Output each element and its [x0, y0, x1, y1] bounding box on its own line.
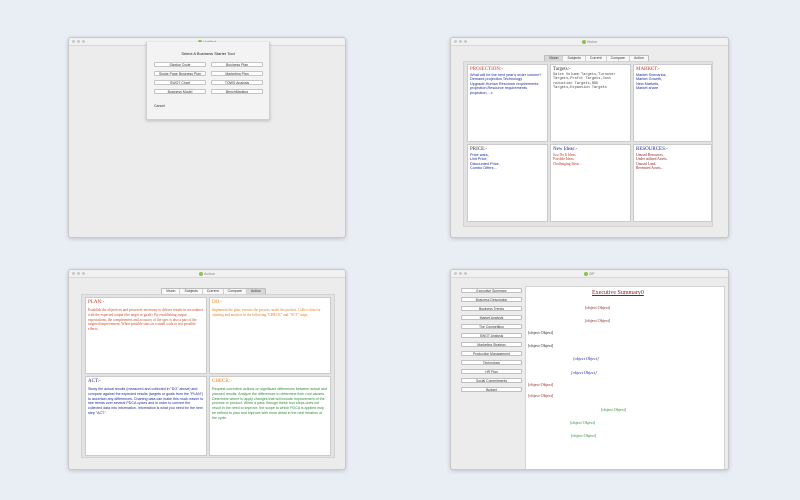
panel-line: Challenging Ideas... — [553, 161, 582, 166]
cancel-button[interactable]: Cancel — [154, 104, 165, 108]
check-panel[interactable]: CHECK:- Request corrective actions on si… — [209, 376, 331, 456]
vision-window: Vision Vision Subjects Current Compare A… — [450, 37, 729, 238]
sheet-title: Select A Business Starter Tool — [181, 51, 235, 56]
tool-button-startup-cycle[interactable]: Startup Cycle — [154, 62, 206, 67]
document-line: [object Object] — [528, 330, 554, 335]
section-social-commitments[interactable]: Social Commitments — [461, 378, 522, 383]
section-technology[interactable]: Technology — [461, 360, 522, 365]
document-line: [object Object] — [528, 393, 554, 398]
section-marketing-strategy[interactable]: Marketing Strategy — [461, 342, 522, 347]
panel-text: Request corrective actions on significan… — [212, 387, 328, 420]
panel-text: Study the actual results (measured and c… — [88, 387, 204, 415]
section-business-trends[interactable]: Business Trends — [461, 306, 522, 311]
section-competition[interactable]: The Competition — [461, 324, 522, 329]
tool-picker-sheet: Select A Business Starter Tool Startup C… — [146, 42, 270, 120]
tool-button-swot-chart[interactable]: SWOT Chart — [154, 80, 206, 85]
document-line: [object Object] — [528, 382, 554, 387]
document-editor[interactable]: Executive Summary0 [object Object] [obje… — [525, 286, 725, 469]
tool-button-business-model[interactable]: Business Model — [154, 89, 206, 94]
panel-line: Combo Offers,.. — [470, 166, 497, 171]
panel-line: projection... x — [470, 90, 493, 95]
tool-button-single-page-plan[interactable]: Single Page Business Plan — [154, 71, 206, 76]
panel-heading: PLAN:- — [88, 300, 105, 305]
section-market-analysis[interactable]: Market Analysis — [461, 315, 522, 320]
resources-panel[interactable]: RESOURCES:- Unused Resources, Under util… — [633, 144, 712, 222]
app-icon — [581, 39, 586, 44]
panel-line: Targets,Expansion Targets — [553, 85, 607, 90]
title-bar: Vision — [451, 38, 728, 46]
document-title: Executive Summary0 — [592, 290, 644, 296]
do-panel[interactable]: DO:- Implement the plan, execute the pro… — [209, 297, 331, 374]
title-bar: BP — [451, 270, 728, 278]
document-line: [object Object] — [585, 318, 611, 323]
document-line: [object Object] — [570, 420, 596, 425]
panel-heading: CHECK:- — [212, 379, 232, 384]
window-title: BP — [451, 271, 728, 276]
starter-tool-window: Untitled Select A Business Starter Tool … — [68, 37, 346, 238]
act-panel[interactable]: ACT:- Study the actual results (measured… — [85, 376, 207, 456]
app-icon — [198, 271, 203, 276]
document-line: [object Object] — [571, 370, 597, 375]
document-line: [object Object] — [585, 305, 611, 310]
panel-text: Establish the objectives and processes n… — [88, 308, 204, 332]
section-production-management[interactable]: Production Management — [461, 351, 522, 356]
document-line: [object Object] — [601, 407, 627, 412]
projection-panel[interactable]: PROJECTION:- What will be the next year'… — [467, 64, 548, 142]
panel-line: Market share — [636, 86, 659, 91]
window-title: Action — [69, 271, 345, 276]
section-hr-plan[interactable]: HR Plan — [461, 369, 522, 374]
section-budget[interactable]: Budget — [461, 387, 522, 392]
section-business-description[interactable]: Business Description — [461, 297, 522, 302]
tool-button-marketing-plan[interactable]: Marketing Plan — [211, 71, 263, 76]
tool-button-tows-analysis[interactable]: TOWS Analysis — [211, 80, 263, 85]
panel-heading: ACT:- — [88, 379, 101, 384]
panel-text: Implement the plan, execute the process,… — [212, 308, 321, 317]
price-panel[interactable]: PRICE:- Price wars, Unit Price, Discount… — [467, 144, 548, 222]
document-line: [object Object] — [528, 343, 554, 348]
tool-button-benchmarking[interactable]: BenchMarking — [211, 89, 263, 94]
new-ideas-panel[interactable]: New Ideas:- Just Do It Ideas, Possible I… — [550, 144, 631, 222]
tool-button-business-plan[interactable]: Business Plan — [211, 62, 263, 67]
panel-heading: DO:- — [212, 300, 223, 305]
section-swot-analysis[interactable]: SWOT Analysis — [461, 333, 522, 338]
plan-panel[interactable]: PLAN:- Establish the objectives and proc… — [85, 297, 207, 374]
section-executive-summary[interactable]: Executive Summary — [461, 288, 522, 293]
business-plan-window: BP Executive Summary Business Descriptio… — [450, 269, 729, 470]
title-bar: Action — [69, 270, 345, 278]
panel-line: Revenued Assets,.. — [636, 165, 664, 170]
action-window: Action Vision Subjects Current Compare A… — [68, 269, 346, 470]
targets-panel[interactable]: Targets:- Sales Volume Targets,Turnover … — [550, 64, 631, 142]
document-line: [object Object] — [573, 356, 599, 361]
market-panel[interactable]: MARKET:- Market Scenarios, Market Growth… — [633, 64, 712, 142]
document-line: [object Object] — [571, 433, 597, 438]
window-title: Vision — [451, 39, 728, 44]
app-icon — [584, 271, 589, 276]
